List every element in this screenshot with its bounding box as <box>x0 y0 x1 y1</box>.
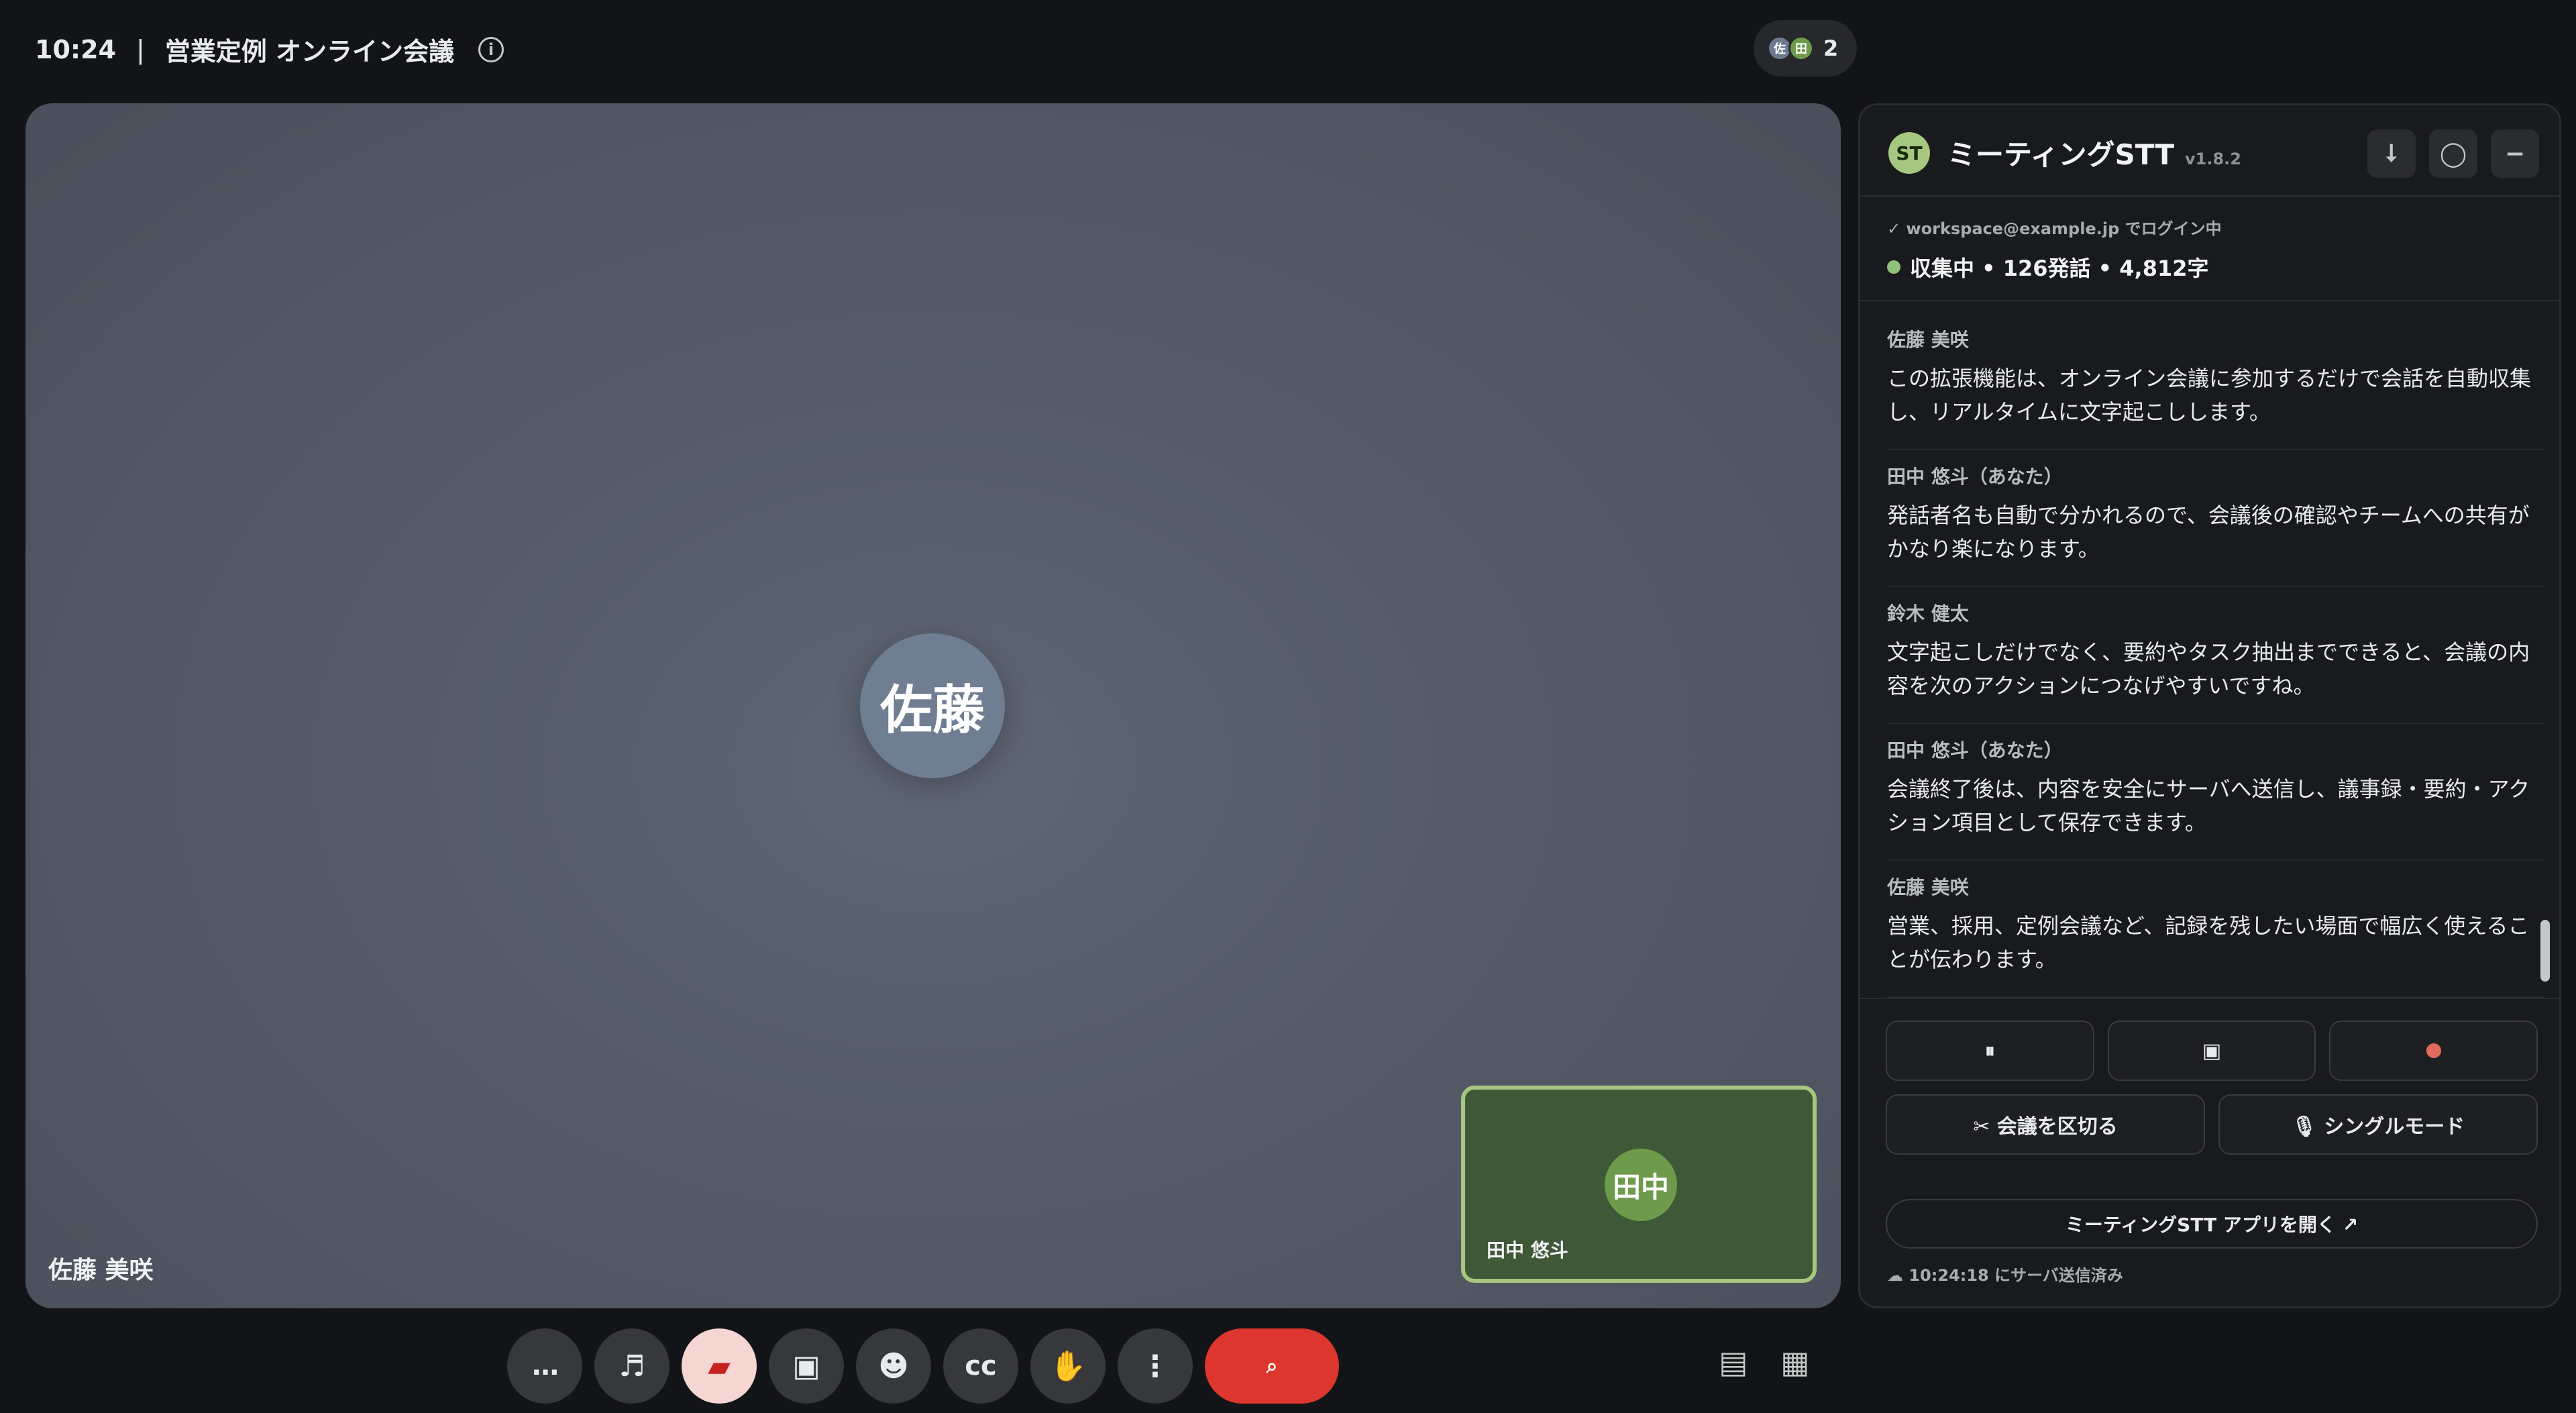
single-mode-button[interactable]: 🎙 シングルモード <box>2218 1094 2538 1155</box>
participants-button[interactable]: 佐 田 2 <box>1754 20 1857 76</box>
transcript-text: 会議終了後は、内容を安全にサーバへ送信し、議事録・要約・アクション項目として保存… <box>1887 776 2530 835</box>
stop-button[interactable]: ▣ <box>2107 1020 2316 1081</box>
meeting-header: 10:24 | 営業定例 オンライン会議 i <box>35 31 504 68</box>
eraser-button[interactable]: ▰ <box>682 1328 757 1404</box>
stop-icon: ▣ <box>2202 1039 2222 1063</box>
collect-status: 収集中 • 126発話 • 4,812字 <box>1887 252 2209 282</box>
transcript-list[interactable]: 佐藤 美咲 この拡張機能は、オンライン会議に参加するだけで会話を自動収集し、リア… <box>1860 301 2559 999</box>
transcript-text: 文字起こしだけでなく、要約やタスク抽出までできると、会議の内容を次のアクションに… <box>1887 639 2530 698</box>
kebab-icon: ⋮ <box>1140 1349 1170 1383</box>
transcript-speaker: 佐藤 美咲 <box>1887 329 1969 351</box>
recording-buttons-row: ⏸ ▣ <box>1886 1020 2538 1081</box>
panel-header-buttons: ⭣ ◯ − <box>2367 129 2539 178</box>
panel-version: v1.8.2 <box>2185 150 2241 168</box>
panel-header: ST ミーティングSTT v1.8.2 ⭣ ◯ − <box>1860 105 2559 197</box>
participant-avatar: 田 <box>1788 36 1814 61</box>
participant-count: 2 <box>1823 36 1839 61</box>
minimize-icon: − <box>2504 140 2526 168</box>
transcript-speaker: 鈴木 健太 <box>1887 603 1969 625</box>
circle-icon: ◯ <box>2439 140 2467 168</box>
panel-status-area <box>1860 197 2559 301</box>
present-icon: ▣ <box>792 1349 820 1383</box>
call-controls: … ♬ ▰ ▣ ☻ cc ✋ ⋮ ⌕ <box>507 1328 1339 1404</box>
record-dot-icon <box>2426 1043 2441 1058</box>
mode-buttons-row: ✂ 会議を区切る 🎙 シングルモード <box>1886 1094 2538 1155</box>
transcript-speaker: 田中 悠斗（あなた） <box>1887 466 2063 488</box>
transcript-text: 営業、採用、定例会議など、記録を残したい場面で幅広く使えることが伝わります。 <box>1887 913 2530 972</box>
circle-button[interactable]: ◯ <box>2429 129 2477 178</box>
recording-controls: ⏸ ▣ ✂ 会議を区切る 🎙 シングルモード <box>1886 1020 2538 1155</box>
more-icon: … <box>532 1351 559 1381</box>
leave-call-button[interactable]: ⌕ <box>1205 1328 1339 1404</box>
transcript-item: 田中 悠斗（あなた） 発話者名も自動で分かれるので、会議後の確認やチームへの共有… <box>1887 462 2544 587</box>
login-status: ✓ workspace@example.jp でログイン中 <box>1887 219 2222 238</box>
main-video-tile: 佐藤 佐藤 美咲 田中 田中 悠斗 <box>25 103 1841 1308</box>
panel-title-group: ミーティングSTT v1.8.2 <box>1947 132 2241 173</box>
clock-time: 10:24 <box>35 34 116 64</box>
music-icon: ♬ <box>619 1349 645 1383</box>
hand-icon: ✋ <box>1049 1349 1087 1383</box>
sent-status: ☁ 10:24:18 にサーバ送信済み <box>1887 1266 2123 1285</box>
self-video-tile[interactable]: 田中 田中 悠斗 <box>1461 1086 1817 1283</box>
split-meeting-label: ✂ 会議を区切る <box>1973 1115 2118 1139</box>
panel-title: ミーティングSTT <box>1947 138 2174 171</box>
pin-icon: ⭣ <box>2385 140 2398 167</box>
emoji-icon: ☻ <box>878 1349 909 1383</box>
status-dot-icon <box>1887 260 1900 274</box>
transcript-item: 鈴木 健太 文字起こしだけでなく、要約やタスク抽出までできると、会議の内容を次の… <box>1887 599 2544 724</box>
transcript-item: 佐藤 美咲 営業、採用、定例会議など、記録を残したい場面で幅広く使えることが伝わ… <box>1887 873 2544 998</box>
present-button[interactable]: ▣ <box>769 1328 844 1404</box>
meeting-screen: 10:24 | 営業定例 オンライン会議 i 佐 田 2 佐藤 佐藤 美咲 田中… <box>0 0 2576 1413</box>
grid-layout-icon[interactable]: ▦ <box>1779 1346 1811 1378</box>
transcript-item: 田中 悠斗（あなた） 会議終了後は、内容を安全にサーバへ送信し、議事録・要約・ア… <box>1887 736 2544 861</box>
more-options-button[interactable]: … <box>507 1328 582 1404</box>
single-mode-label: 🎙 シングルモード <box>2291 1115 2465 1139</box>
raise-hand-button[interactable]: ✋ <box>1030 1328 1106 1404</box>
meeting-title: 営業定例 オンライン会議 <box>164 37 455 66</box>
open-app-label: ミーティングSTT アプリを開く ↗ <box>2065 1214 2359 1236</box>
open-app-button[interactable]: ミーティングSTT アプリを開く ↗ <box>1886 1199 2538 1249</box>
stt-panel: ST ミーティングSTT v1.8.2 ⭣ ◯ − ✓ workspace@ex… <box>1858 103 2561 1308</box>
emoji-button[interactable]: ☻ <box>856 1328 931 1404</box>
self-name: 田中 悠斗 <box>1487 1239 1568 1261</box>
eraser-icon: ▰ <box>708 1349 731 1383</box>
speaker-name: 佐藤 美咲 <box>48 1257 154 1284</box>
transcript-speaker: 田中 悠斗（あなた） <box>1887 739 2063 762</box>
info-icon[interactable]: i <box>478 36 504 62</box>
transcript-speaker: 佐藤 美咲 <box>1887 876 1969 898</box>
speaker-avatar: 佐藤 <box>860 633 1005 778</box>
captions-icon: cc <box>965 1351 997 1381</box>
music-button[interactable]: ♬ <box>594 1328 669 1404</box>
split-meeting-button[interactable]: ✂ 会議を区切る <box>1886 1094 2205 1155</box>
pause-icon: ⏸ <box>1984 1039 1995 1063</box>
record-button[interactable] <box>2329 1020 2538 1081</box>
top-bar: 10:24 | 営業定例 オンライン会議 i 佐 田 2 <box>0 0 2576 101</box>
list-layout-icon[interactable]: ▤ <box>1717 1346 1750 1378</box>
collect-status-text: 収集中 • 126発話 • 4,812字 <box>1910 256 2209 281</box>
menu-button[interactable]: ⋮ <box>1118 1328 1193 1404</box>
captions-button[interactable]: cc <box>943 1328 1018 1404</box>
transcript-text: この拡張機能は、オンライン会議に参加するだけで会話を自動収集し、リアルタイムに文… <box>1887 366 2532 425</box>
pin-button[interactable]: ⭣ <box>2367 129 2416 178</box>
transcript-item: 佐藤 美咲 この拡張機能は、オンライン会議に参加するだけで会話を自動収集し、リア… <box>1887 325 2544 450</box>
layout-switcher: ▤ ▦ <box>1717 1346 1811 1378</box>
minimize-button[interactable]: − <box>2491 129 2539 178</box>
header-separator: | <box>136 34 145 64</box>
pause-button[interactable]: ⏸ <box>1886 1020 2094 1081</box>
transcript-text: 発話者名も自動で分かれるので、会議後の確認やチームへの共有がかなり楽になります。 <box>1887 503 2530 562</box>
transcript-scrollbar[interactable] <box>2540 920 2550 982</box>
leave-icon: ⌕ <box>1266 1354 1278 1378</box>
app-logo: ST <box>1888 132 1930 174</box>
self-avatar: 田中 <box>1605 1149 1677 1221</box>
